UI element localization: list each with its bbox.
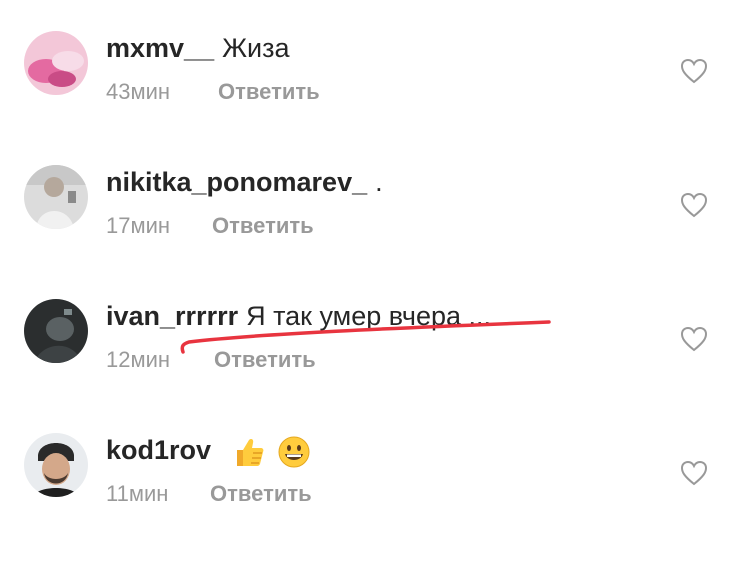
avatar[interactable]	[24, 433, 88, 497]
avatar[interactable]	[24, 165, 88, 229]
avatar[interactable]	[24, 299, 88, 363]
reply-button[interactable]: Ответить	[212, 212, 314, 240]
heart-outline-icon[interactable]	[680, 326, 708, 352]
username[interactable]: mxmv__	[106, 33, 214, 63]
heart-outline-icon[interactable]	[680, 58, 708, 84]
comment-row: nikitka_ponomarev_. 17мин Ответить	[0, 165, 750, 316]
annotation-underline	[180, 320, 551, 354]
timestamp: 43мин	[106, 79, 171, 104]
comment-line: nikitka_ponomarev_.	[106, 166, 383, 198]
comment-row: kod1rov 11мин Ответить	[0, 433, 750, 584]
thumbs-up-emoji	[236, 438, 263, 466]
reply-button[interactable]: Ответить	[210, 480, 312, 508]
grinning-face-emoji	[278, 436, 310, 468]
comment-row: mxmv__ Жиза 43мин Ответить	[0, 31, 750, 182]
timestamp: 17мин	[106, 213, 171, 238]
avatar[interactable]	[24, 31, 88, 95]
timestamp: 11мин	[106, 481, 169, 506]
reply-button[interactable]: Ответить	[218, 78, 320, 106]
timestamp: 12мин	[106, 347, 171, 372]
heart-outline-icon[interactable]	[680, 460, 708, 486]
heart-outline-icon[interactable]	[680, 192, 708, 218]
comment-text: .	[375, 167, 383, 197]
comment-line: kod1rov	[106, 434, 310, 468]
username[interactable]: nikitka_ponomarev_	[106, 167, 367, 197]
username[interactable]: kod1rov	[106, 435, 211, 465]
comment-line: mxmv__ Жиза	[106, 32, 290, 64]
comment-text: Жиза	[222, 33, 290, 63]
